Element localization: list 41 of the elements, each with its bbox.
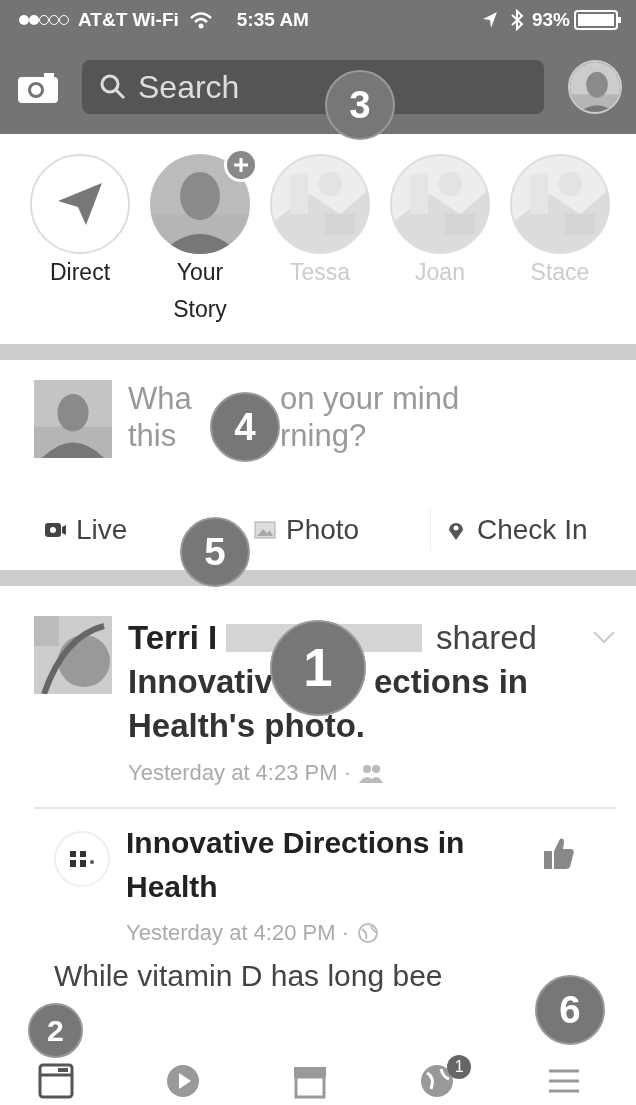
paper-plane-icon (56, 181, 104, 227)
callout-marker: 2 (28, 1003, 83, 1058)
post-time: Yesterday at 4:20 PM · (126, 919, 349, 947)
post-headline[interactable]: shared (436, 619, 537, 656)
bluetooth-icon (509, 9, 524, 31)
callout-marker: 5 (180, 517, 250, 587)
carrier-label: AT&T Wi-Fi (78, 7, 179, 32)
post-headline[interactable]: Innovativ (128, 663, 273, 700)
story-label[interactable]: Direct (30, 254, 130, 291)
profile-avatar[interactable] (568, 60, 622, 114)
battery-percent: 93% (531, 7, 570, 32)
logo-icon (68, 849, 96, 869)
news-feed-icon (37, 1063, 74, 1099)
globe-icon (357, 921, 379, 944)
post-headline[interactable]: ections in (374, 663, 529, 700)
callout-marker: 4 (210, 392, 280, 462)
post-time: Yesterday at 4:23 PM · (128, 759, 351, 787)
composer-action[interactable]: Check In (445, 509, 588, 551)
story-label[interactable]: Your Story (150, 254, 250, 328)
video-camera-icon (44, 520, 66, 540)
wifi-icon (188, 11, 213, 29)
camera-icon[interactable] (18, 71, 58, 103)
callout-marker: 6 (535, 975, 605, 1045)
page-name[interactable]: Innovative Directions in Health (126, 821, 496, 908)
globe-icon (419, 1063, 456, 1099)
clock-time: 5:35 AM (236, 7, 309, 32)
people-icon (359, 762, 383, 783)
play-icon (164, 1063, 201, 1099)
chevron-down-icon[interactable] (592, 630, 616, 644)
composer-action[interactable]: Live (44, 509, 128, 551)
image-icon (254, 520, 276, 540)
search-icon (100, 74, 126, 100)
notification-badge: 1 (447, 1055, 472, 1079)
plus-icon (234, 158, 248, 172)
battery-icon (574, 10, 622, 30)
signal-icon (18, 14, 70, 26)
tab-button[interactable]: 1 (419, 1055, 472, 1099)
composer-action[interactable]: Photo (254, 509, 360, 551)
post-headline[interactable]: Terri I (128, 619, 218, 656)
post-text: While vitamin D has long bee (54, 958, 443, 994)
location-icon (481, 11, 498, 29)
